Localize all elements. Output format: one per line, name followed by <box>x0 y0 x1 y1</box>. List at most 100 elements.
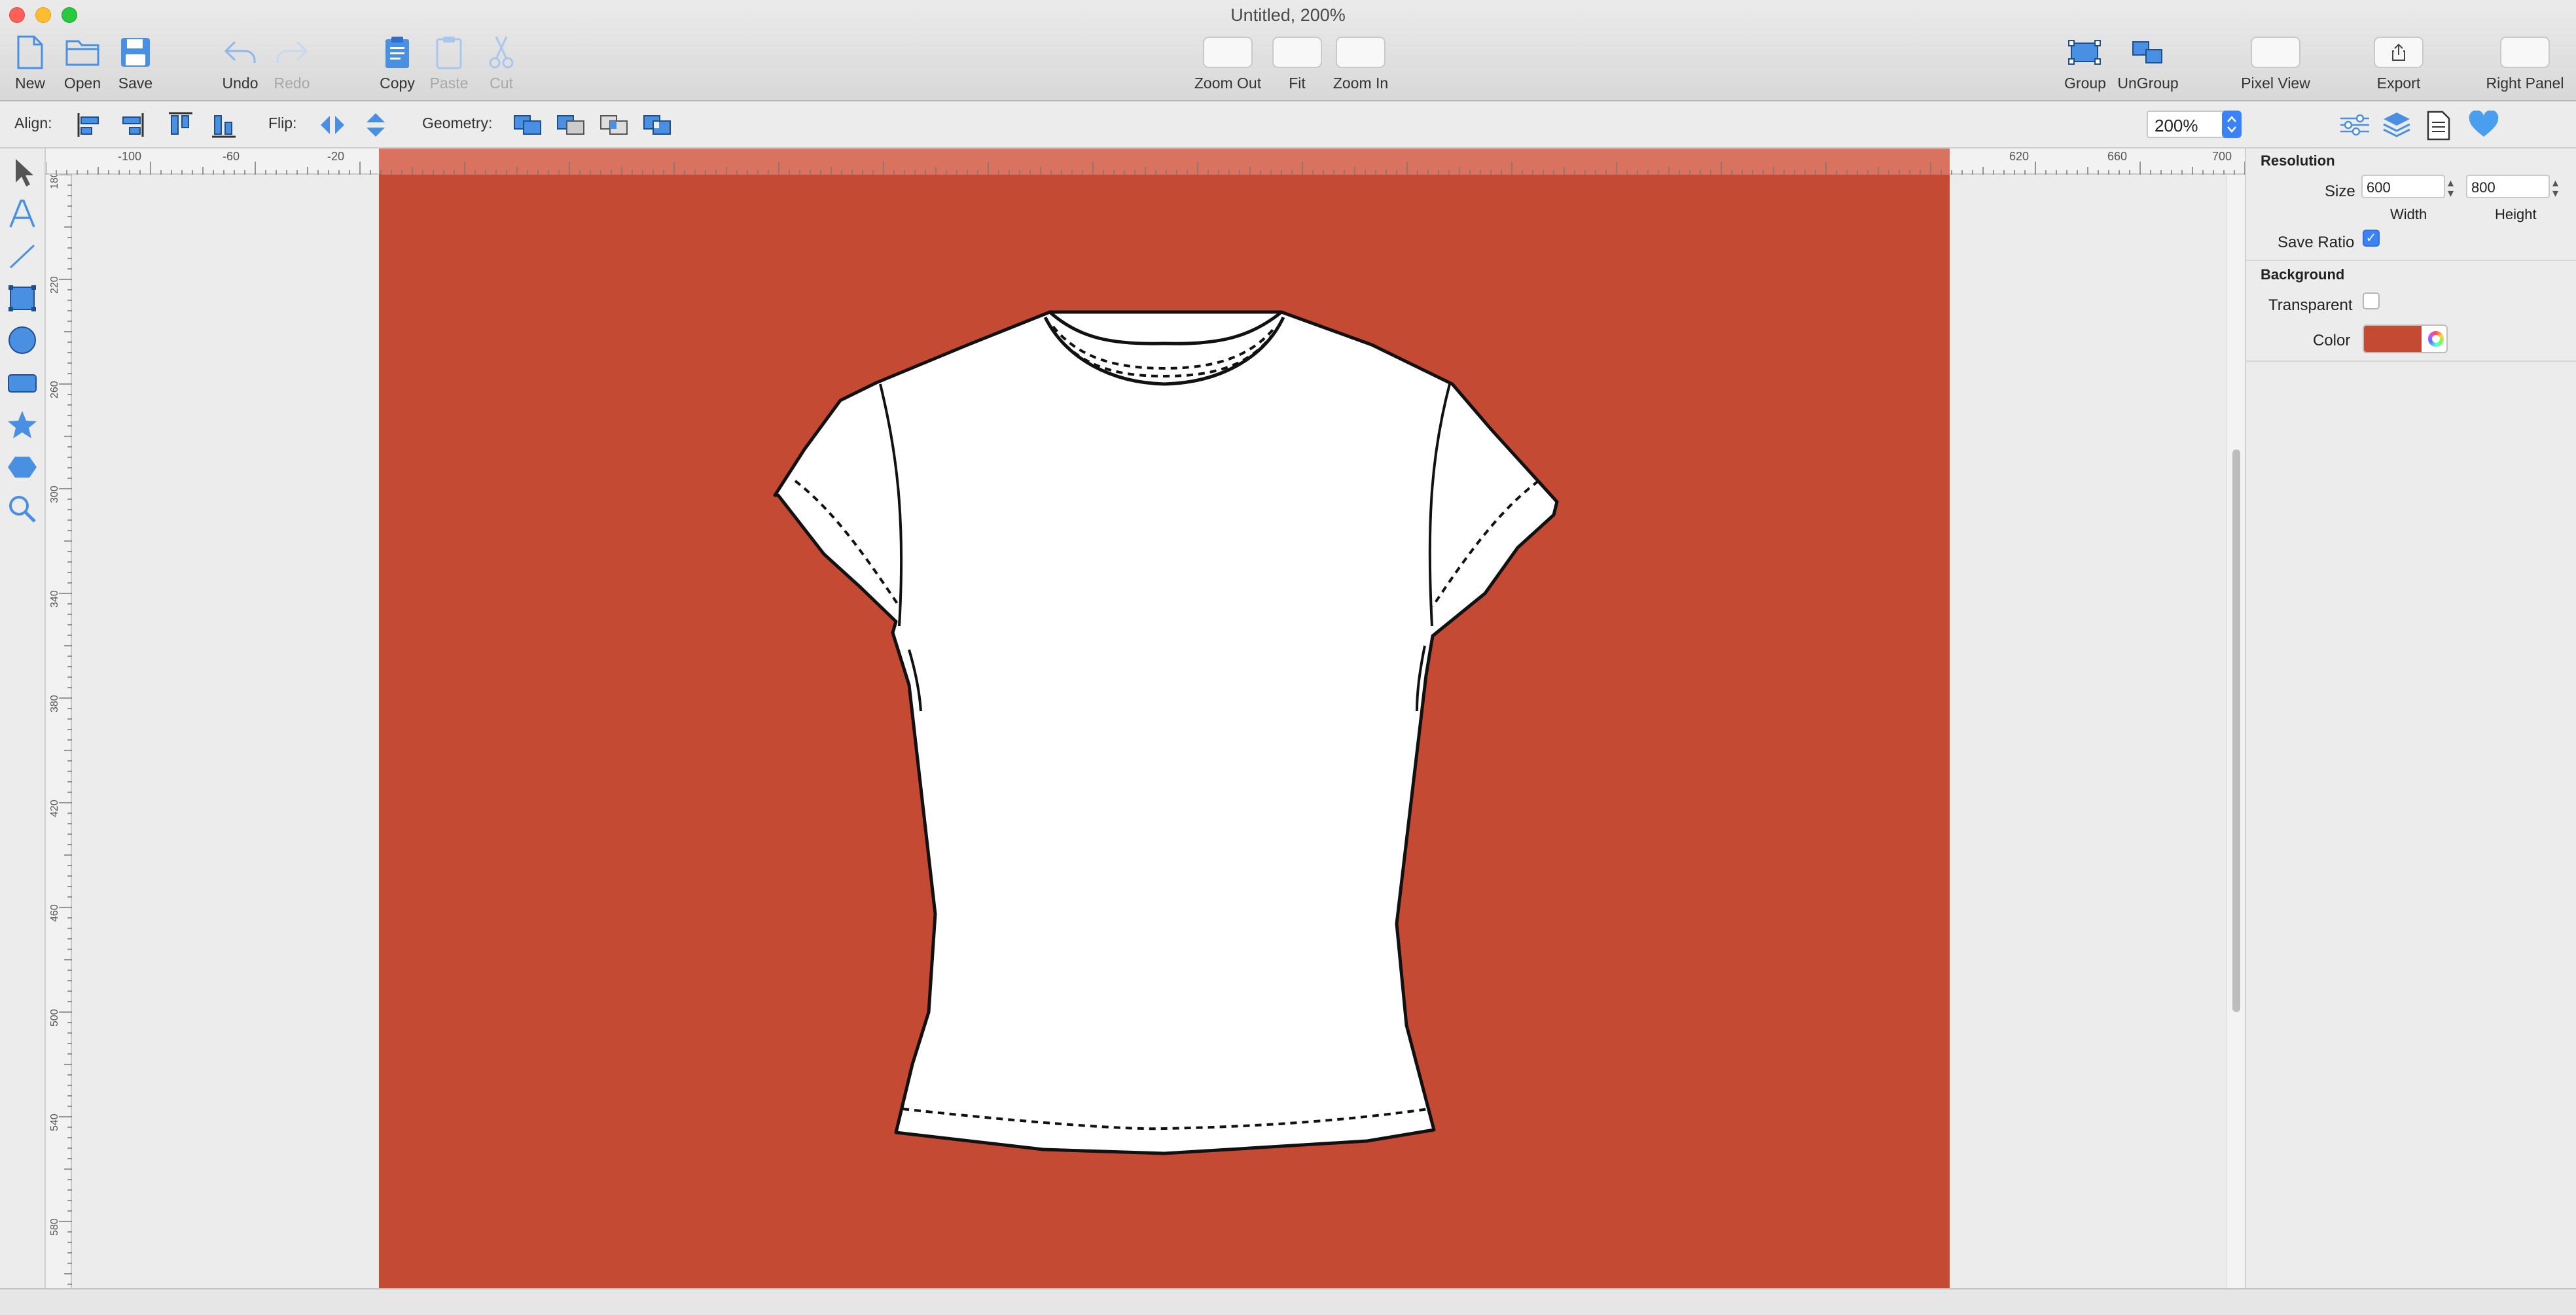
zoom-in-icon <box>1336 37 1386 68</box>
save-button[interactable]: Save <box>96 33 175 92</box>
zoom-out-button[interactable]: Zoom Out <box>1189 33 1267 92</box>
ruler-label: 420 <box>49 799 60 817</box>
height-stepper[interactable]: ▴ ▾ <box>2552 177 2558 199</box>
document-icon[interactable] <box>2425 111 2452 144</box>
save-ratio-label: Save Ratio <box>2278 234 2355 251</box>
right-panel: Resolution Size 600 ▴ ▾ 800 ▴ ▾ Width Heig… <box>2245 149 2576 1288</box>
ungroup-icon <box>2130 33 2166 72</box>
geometry-exclude-icon[interactable] <box>641 111 674 143</box>
ruler-label: 340 <box>49 590 60 608</box>
ungroup-button[interactable]: UnGroup <box>2109 33 2187 92</box>
geometry-intersect-icon[interactable] <box>598 111 631 143</box>
pointer-icon[interactable] <box>7 156 38 192</box>
window-toolbar: Untitled, 200% New Open Save Undo Redo C… <box>0 0 2576 101</box>
rounded-rect-icon[interactable] <box>7 367 38 403</box>
sliders-icon[interactable] <box>2338 111 2372 143</box>
scrollbar-thumb[interactable] <box>2232 449 2240 1012</box>
ruler-label: 220 <box>49 276 60 294</box>
redo-arrow-icon <box>274 33 310 72</box>
scissors-icon <box>488 33 514 72</box>
geometry-label: Geometry: <box>422 114 493 132</box>
panel-divider <box>2246 360 2576 362</box>
background-color-well[interactable] <box>2363 324 2448 353</box>
color-label: Color <box>2313 332 2351 349</box>
align-left-icon[interactable] <box>76 111 105 143</box>
new-document-icon <box>16 33 45 72</box>
vertical-scrollbar[interactable] <box>2227 175 2245 1288</box>
zoom-out-icon <box>1203 37 1253 68</box>
horizontal-ruler: -100 -60 -20 620 660 700 <box>45 149 2245 175</box>
cut-button[interactable]: Cut <box>462 33 541 92</box>
tshirt-drawing[interactable] <box>379 175 1950 1288</box>
export-button[interactable]: Export <box>2359 33 2438 92</box>
line-icon[interactable] <box>7 240 38 276</box>
ruler-label: 700 <box>2212 150 2232 163</box>
transparent-checkbox[interactable] <box>2363 292 2380 309</box>
ruler-label: -60 <box>223 150 240 163</box>
artboard[interactable] <box>379 175 1950 1288</box>
color-wheel-icon[interactable] <box>2428 331 2444 347</box>
width-label: Width <box>2390 206 2427 222</box>
ruler-label: 380 <box>49 695 60 712</box>
status-bar <box>0 1288 2576 1315</box>
align-top-icon[interactable] <box>166 111 195 143</box>
geometry-union-icon[interactable] <box>512 111 545 143</box>
vertical-ruler: 180 220 260 300 340 380 420 460 500 540 … <box>46 171 72 1288</box>
format-bar: Align: Flip: Geometry: 200% <box>0 101 2576 149</box>
zoom-level-field[interactable]: 200% <box>2147 111 2230 138</box>
geometry-subtract-icon[interactable] <box>555 111 588 143</box>
zoom-in-button[interactable]: Zoom In <box>1321 33 1400 92</box>
heart-icon[interactable] <box>2467 110 2500 143</box>
hexagon-icon[interactable] <box>7 451 38 487</box>
pixel-view-icon <box>2251 37 2300 68</box>
rectangle-icon[interactable] <box>7 282 38 318</box>
layers-icon[interactable] <box>2381 111 2412 144</box>
ruler-label: 260 <box>49 381 60 398</box>
ruler-label: 660 <box>2107 150 2127 163</box>
resolution-heading: Resolution <box>2261 152 2335 169</box>
redo-button[interactable]: Redo <box>253 33 331 92</box>
flip-horizontal-icon[interactable] <box>318 111 347 143</box>
background-heading: Background <box>2261 266 2345 283</box>
clipboard-icon <box>384 33 411 72</box>
size-label: Size <box>2325 183 2355 200</box>
flip-label: Flip: <box>268 114 297 132</box>
pixel-view-button[interactable]: Pixel View <box>2236 33 2315 92</box>
share-icon <box>2374 37 2424 68</box>
horizontal-ruler-ticks: -100 -60 -20 620 660 700 <box>45 149 2245 175</box>
save-ratio-checkbox[interactable]: ✓ <box>2363 230 2380 247</box>
panel-divider <box>2246 260 2576 261</box>
sidebar-toggle-icon <box>2500 37 2550 68</box>
star-icon[interactable] <box>7 409 38 445</box>
text-icon[interactable] <box>7 198 38 234</box>
paste-clipboard-icon <box>435 33 463 72</box>
zoom-stepper[interactable] <box>2222 111 2242 138</box>
ruler-label: 460 <box>49 904 60 922</box>
align-right-icon[interactable] <box>116 111 145 143</box>
ruler-label: -20 <box>327 150 344 163</box>
tool-palette <box>0 149 46 1288</box>
floppy-disk-icon <box>120 33 151 72</box>
height-label: Height <box>2495 206 2537 222</box>
align-bottom-icon[interactable] <box>209 111 238 143</box>
ruler-label: 540 <box>49 1113 60 1131</box>
flip-vertical-icon[interactable] <box>361 111 390 143</box>
circle-icon[interactable] <box>7 324 38 360</box>
color-swatch[interactable] <box>2364 326 2422 352</box>
height-field[interactable]: 800 <box>2466 175 2550 198</box>
ruler-label: 580 <box>49 1218 60 1236</box>
right-panel-button[interactable]: Right Panel <box>2486 33 2564 92</box>
fit-icon <box>1272 37 1322 68</box>
width-field[interactable]: 600 <box>2361 175 2445 198</box>
width-stepper[interactable]: ▴ ▾ <box>2448 177 2454 199</box>
ruler-label: 500 <box>49 1009 60 1026</box>
magnifier-icon[interactable] <box>7 493 38 529</box>
ruler-label: -100 <box>118 150 141 163</box>
transparent-label: Transparent <box>2268 296 2353 314</box>
vertical-ruler-ticks: 180 220 260 300 340 380 420 460 500 540 … <box>49 171 72 1285</box>
group-icon <box>2067 33 2103 72</box>
align-label: Align: <box>14 114 52 132</box>
folder-icon <box>65 33 100 72</box>
ruler-label: 300 <box>49 485 60 503</box>
ruler-label: 620 <box>2009 150 2029 163</box>
